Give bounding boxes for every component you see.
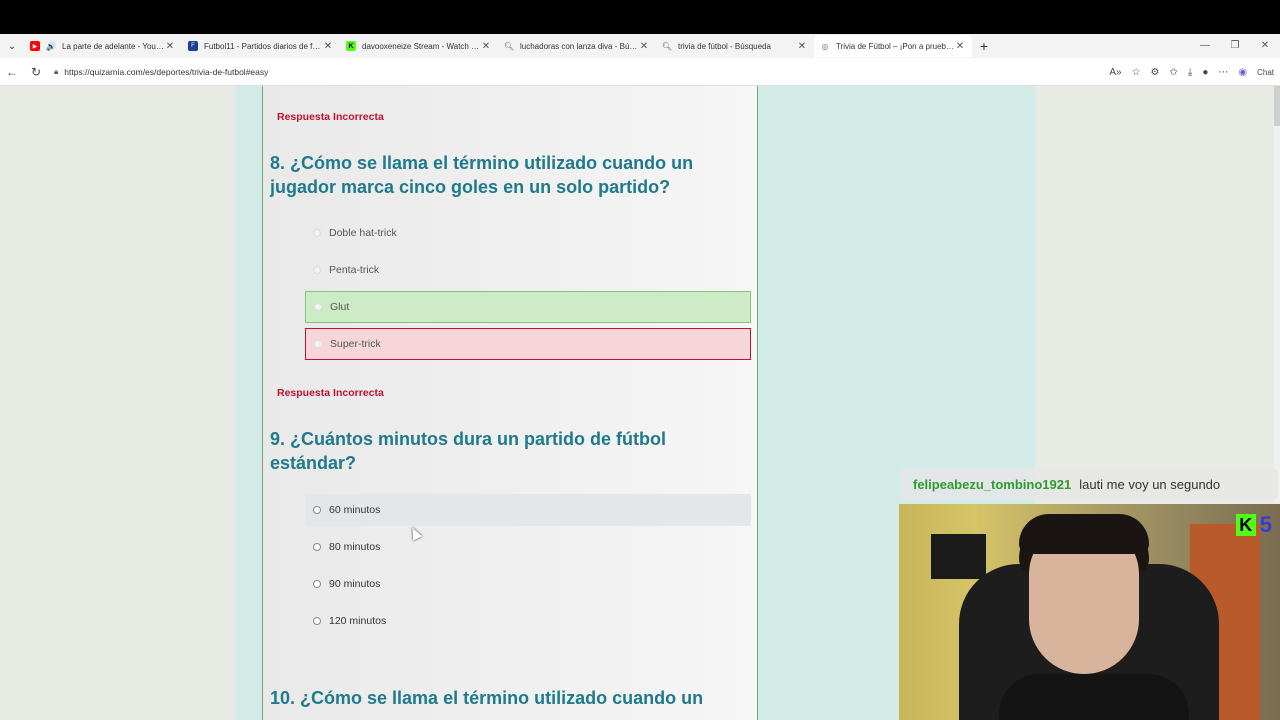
- tab-title: trivia de fútbol - Búsqueda: [678, 41, 771, 51]
- option-label: Penta-trick: [329, 264, 380, 276]
- option-label: Doble hat-trick: [329, 227, 397, 239]
- tab-title: Futbol11 - Partidos diarios de fútbol: [204, 41, 322, 51]
- q9-option-1[interactable]: 60 minutos: [305, 494, 751, 526]
- lock-icon[interactable]: 🔒︎: [54, 67, 58, 77]
- tab-kick-stream[interactable]: K davooxeneize Stream - Watch Live ✕: [340, 35, 498, 57]
- q8-option-1[interactable]: Doble hat-trick: [305, 217, 751, 249]
- download-icon[interactable]: ⤓: [1188, 67, 1192, 78]
- more-menu-icon[interactable]: ⋯: [1218, 67, 1228, 78]
- url-field[interactable]: 🔒︎ https://quizarnia.com/es/deportes/tri…: [54, 67, 1054, 77]
- question-9-title: 9. ¿Cuántos minutos dura un partido de f…: [270, 429, 666, 473]
- read-aloud-icon[interactable]: A»: [1109, 67, 1121, 78]
- speaker-icon[interactable]: 🔊: [46, 41, 56, 51]
- extensions-icon[interactable]: ⚙: [1151, 67, 1160, 78]
- kick-logo-icon: K: [1235, 514, 1256, 536]
- refresh-icon[interactable]: ↻: [24, 65, 48, 79]
- tab-search-luchadoras[interactable]: 🔍︎ luchadoras con lanza diva - Búsqueda …: [498, 35, 656, 57]
- q8-option-2[interactable]: Penta-trick: [305, 254, 751, 286]
- radio-button[interactable]: [314, 303, 322, 311]
- webcam-streamer-hair-top: [1019, 514, 1149, 554]
- window-controls: — ❐ ✕: [1190, 34, 1280, 58]
- result-incorrect: Respuesta Incorrecta: [277, 111, 384, 123]
- favorite-star-icon[interactable]: ☆: [1132, 67, 1141, 78]
- q8-option-3-correct[interactable]: Glut: [305, 291, 751, 323]
- toolbar-icons: A» ☆ ⚙ ✩ ⤓ ● ⋯ ◉ Chat: [1109, 58, 1274, 86]
- close-icon[interactable]: ✕: [638, 41, 650, 52]
- close-icon[interactable]: ✕: [322, 41, 334, 52]
- youtube-icon: ▶: [30, 41, 40, 51]
- radio-button[interactable]: [313, 543, 321, 551]
- close-icon[interactable]: ✕: [954, 41, 966, 52]
- question-8-title: 8. ¿Cómo se llama el término utilizado c…: [270, 153, 694, 197]
- new-tab-plus-icon[interactable]: +: [972, 38, 996, 54]
- option-label: Super-trick: [330, 338, 381, 350]
- option-label: 120 minutos: [329, 615, 387, 627]
- close-icon[interactable]: ✕: [164, 41, 176, 52]
- minimize-icon[interactable]: —: [1190, 34, 1220, 58]
- tab-search-trivia[interactable]: 🔍︎ trivia de fútbol - Búsqueda ✕: [656, 35, 814, 57]
- radio-button[interactable]: [313, 229, 321, 237]
- chat-label[interactable]: Chat: [1257, 68, 1274, 77]
- left-margin: [0, 86, 235, 720]
- q9-option-2[interactable]: 80 minutos: [305, 531, 751, 563]
- webcam-tv: [931, 534, 986, 579]
- search-icon: 🔍︎: [661, 41, 673, 51]
- badge-number: 5: [1259, 512, 1272, 537]
- search-icon: 🔍︎: [503, 41, 515, 51]
- kick-icon: K: [346, 41, 356, 51]
- tab-title: Trivia de Fútbol – ¡Pon a prueba tu: [836, 41, 954, 51]
- close-icon[interactable]: ✕: [796, 41, 808, 52]
- favorites-icon[interactable]: ✩: [1170, 67, 1178, 78]
- question-10-title: 10. ¿Cómo se llama el término utilizado …: [270, 688, 704, 708]
- profile-avatar-icon[interactable]: ●: [1202, 67, 1208, 78]
- q8-option-4-selected-wrong[interactable]: Super-trick: [305, 328, 751, 360]
- chat-message: lauti me voy un segundo: [1079, 476, 1221, 492]
- radio-button[interactable]: [314, 340, 322, 348]
- tab-strip: ⌄ ▶ 🔊 La parte de adelante - YouTube ✕ F…: [0, 34, 1280, 58]
- tab-youtube[interactable]: ▶ 🔊 La parte de adelante - YouTube ✕: [24, 35, 182, 57]
- option-label: Glut: [330, 301, 350, 313]
- webcam-overlay: K 5: [899, 504, 1280, 720]
- tab-trivia-active[interactable]: ◎ Trivia de Fútbol – ¡Pon a prueba tu ✕: [814, 35, 972, 57]
- radio-button[interactable]: [313, 617, 321, 625]
- quiz-panel: Respuesta Incorrecta 8. ¿Cómo se llama e…: [262, 86, 758, 720]
- chat-username: felipeabezu_tombino1921: [913, 476, 1072, 492]
- tab-title: davooxeneize Stream - Watch Live: [362, 41, 480, 51]
- kick-badge: K 5: [1235, 512, 1272, 538]
- close-icon[interactable]: ✕: [480, 41, 492, 52]
- site-icon: ◎: [821, 41, 829, 51]
- option-label: 90 minutos: [329, 578, 381, 590]
- back-arrow-icon[interactable]: ←: [0, 65, 24, 79]
- title-bar: [0, 0, 1280, 34]
- scrollbar-thumb[interactable]: [1274, 86, 1280, 126]
- q9-option-3[interactable]: 90 minutos: [305, 568, 751, 600]
- tab-futbol11[interactable]: F Futbol11 - Partidos diarios de fútbol …: [182, 35, 340, 57]
- tab-title: La parte de adelante - YouTube: [62, 41, 164, 51]
- q9-option-4[interactable]: 120 minutos: [305, 605, 751, 637]
- radio-button[interactable]: [313, 580, 321, 588]
- futbol11-icon: F: [188, 41, 198, 51]
- option-label: 80 minutos: [329, 541, 381, 553]
- radio-button[interactable]: [313, 266, 321, 274]
- copilot-icon[interactable]: ◉: [1238, 67, 1247, 78]
- address-bar: ← ↻ 🔒︎ https://quizarnia.com/es/deportes…: [0, 58, 1280, 86]
- stream-chat-overlay: felipeabezu_tombino1921 lauti me voy un …: [900, 468, 1278, 500]
- tab-title: luchadoras con lanza diva - Búsqueda: [520, 41, 638, 51]
- close-window-icon[interactable]: ✕: [1250, 34, 1280, 58]
- option-label: 60 minutos: [329, 504, 381, 516]
- radio-button[interactable]: [313, 506, 321, 514]
- maximize-icon[interactable]: ❐: [1220, 34, 1250, 58]
- tab-list-chevron-icon[interactable]: ⌄: [0, 34, 24, 58]
- webcam-streamer-body: [999, 674, 1189, 720]
- url-text: https://quizarnia.com/es/deportes/trivia…: [64, 66, 269, 77]
- result-incorrect-q8: Respuesta Incorrecta: [277, 387, 384, 399]
